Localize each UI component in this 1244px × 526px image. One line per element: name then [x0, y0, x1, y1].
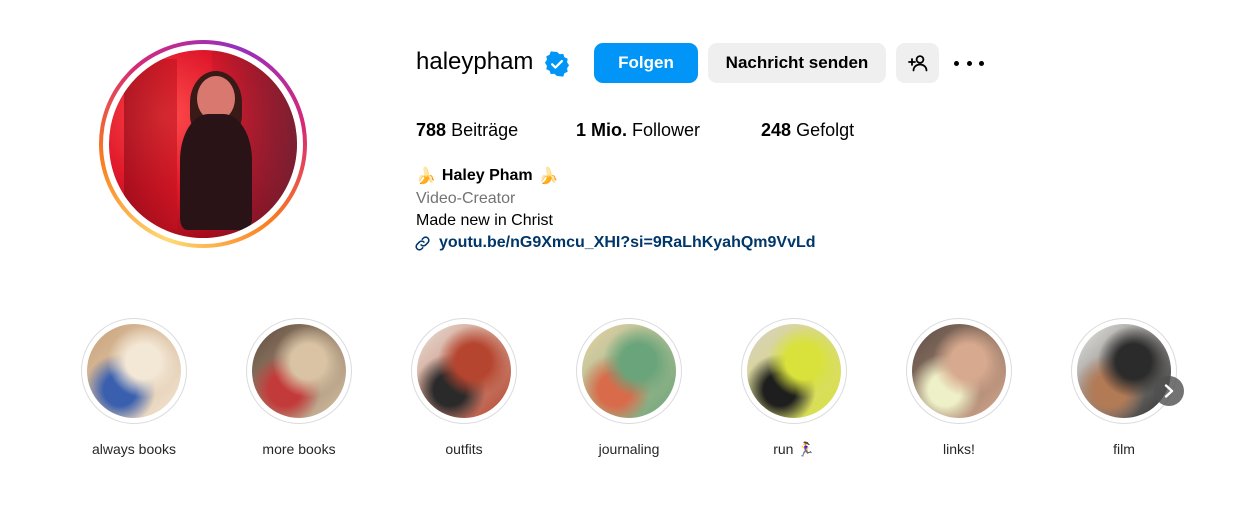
link-icon — [415, 235, 430, 251]
profile-avatar[interactable] — [99, 40, 307, 248]
highlight-cover — [912, 324, 1006, 418]
highlight-ring — [906, 318, 1012, 424]
highlight-label: outfits — [445, 441, 483, 457]
profile-bio-text: Made new in Christ — [416, 212, 553, 229]
highlight-cover — [252, 324, 346, 418]
send-message-button[interactable]: Nachricht senden — [708, 43, 886, 83]
highlight-ring — [576, 318, 682, 424]
posts-label: Beiträge — [451, 120, 519, 140]
highlight-label: more books — [262, 441, 336, 457]
highlight-cover — [1077, 324, 1171, 418]
following-value: 248 — [761, 120, 792, 140]
highlight-ring — [246, 318, 352, 424]
profile-link[interactable]: youtu.be/nG9Xmcu_XHI?si=9RaLhKyahQm9VvLd — [414, 234, 816, 252]
suggested-accounts-button[interactable] — [896, 43, 939, 83]
highlight-ring — [1071, 318, 1177, 424]
highlight-ring — [741, 318, 847, 424]
profile-display-name: 🍌 Haley Pham 🍌 — [416, 166, 559, 186]
verified-badge-icon — [544, 51, 570, 77]
highlight-label: run 🏃‍♀️ — [773, 441, 815, 457]
highlight-cover — [747, 324, 841, 418]
follow-button[interactable]: Folgen — [594, 43, 698, 83]
profile-link-text[interactable]: youtu.be/nG9Xmcu_XHI?si=9RaLhKyahQm9VvLd — [439, 234, 816, 252]
highlight-item[interactable]: always books — [69, 318, 199, 457]
profile-category: Video-Creator — [416, 190, 516, 207]
highlight-label: journaling — [598, 441, 660, 457]
avatar-ring-gap — [103, 44, 303, 244]
highlight-item[interactable]: journaling — [564, 318, 694, 457]
following-count[interactable]: 248 Gefolgt — [761, 120, 854, 141]
banana-emoji-right: 🍌 — [538, 168, 559, 185]
following-label: Gefolgt — [796, 120, 855, 140]
highlight-cover — [87, 324, 181, 418]
highlight-label: always books — [91, 441, 177, 457]
highlight-item[interactable]: links! — [894, 318, 1024, 457]
chevron-right-icon — [1164, 384, 1174, 398]
banana-emoji-left: 🍌 — [416, 168, 436, 185]
highlight-item[interactable]: outfits — [399, 318, 529, 457]
add-person-icon — [907, 55, 927, 72]
highlight-cover — [417, 324, 511, 418]
highlight-ring — [81, 318, 187, 424]
next-highlights-button[interactable] — [1154, 376, 1184, 406]
highlight-ring — [411, 318, 517, 424]
avatar-photo — [109, 50, 297, 238]
more-options-icon[interactable] — [954, 53, 984, 73]
highlight-cover — [582, 324, 676, 418]
posts-value: 788 — [416, 120, 447, 140]
display-name-text: Haley Pham — [441, 167, 533, 184]
highlight-item[interactable]: run 🏃‍♀️ — [729, 318, 859, 458]
posts-count: 788 Beiträge — [416, 120, 518, 141]
followers-label: Follower — [632, 120, 701, 140]
highlight-label: film — [1113, 441, 1135, 457]
followers-value: 1 Mio. — [576, 120, 628, 140]
followers-count[interactable]: 1 Mio. Follower — [576, 120, 700, 141]
profile-username: haleypham — [416, 48, 534, 75]
highlight-item[interactable]: more books — [234, 318, 364, 457]
highlight-label: links! — [943, 441, 975, 457]
